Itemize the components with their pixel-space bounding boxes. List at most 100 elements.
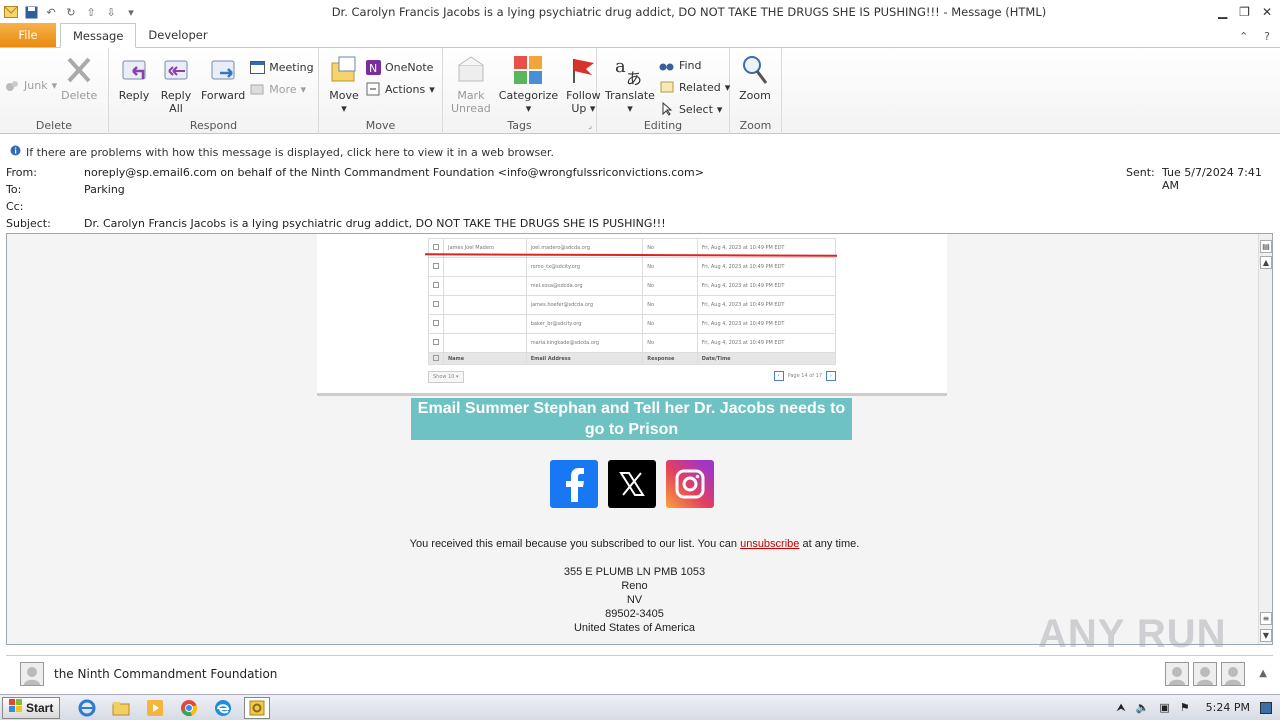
scroll-down-icon[interactable]: ▼ <box>1260 629 1272 642</box>
vertical-scrollbar[interactable]: ▤ ▲ ≡ ▼ <box>1258 234 1272 644</box>
quick-access-toolbar: ↶ ↻ ⇧ ⇩ ▾ <box>0 5 160 19</box>
checkbox-cell <box>428 276 444 296</box>
from-label: From: <box>6 166 37 179</box>
dialog-launcher-icon[interactable]: ⌟ <box>588 121 592 130</box>
junk-button[interactable]: Junk ▾ <box>4 76 57 94</box>
avatar[interactable] <box>1193 661 1218 686</box>
select-button[interactable]: Select ▾ <box>659 100 730 118</box>
ie-icon[interactable] <box>74 697 100 719</box>
chrome-icon[interactable] <box>176 697 202 719</box>
cc-label: Cc: <box>6 200 24 213</box>
tab-message[interactable]: Message <box>60 23 137 48</box>
row-checkbox <box>433 244 439 250</box>
collapse-ribbon-icon[interactable]: ⌃ <box>1239 30 1248 43</box>
people-pane-name[interactable]: the Ninth Commandment Foundation <box>54 667 277 681</box>
meeting-button[interactable]: Meeting <box>249 58 314 76</box>
reply-all-icon <box>159 52 193 88</box>
scroll-extra-icon[interactable]: ▤ <box>1260 240 1272 253</box>
edge-icon[interactable] <box>210 697 236 719</box>
table-cell-name <box>443 333 527 353</box>
windows-logo-icon <box>9 699 23 716</box>
actions-button[interactable]: Actions ▾ <box>365 80 435 98</box>
onenote-button[interactable]: N OneNote <box>365 58 435 76</box>
forward-icon <box>206 52 240 88</box>
categorize-icon <box>511 52 545 88</box>
avatar[interactable] <box>1221 661 1246 686</box>
show-hidden-icons-icon[interactable]: ⮝ <box>1116 701 1125 715</box>
network-icon[interactable]: ▣ <box>1159 701 1169 714</box>
checkbox-cell <box>428 333 444 353</box>
undo-icon[interactable]: ↶ <box>44 5 58 19</box>
prison-banner[interactable]: Email Summer Stephan and Tell her Dr. Ja… <box>411 398 852 440</box>
restore-icon[interactable]: ❐ <box>1239 5 1250 19</box>
more-button[interactable]: More ▾ <box>249 80 313 98</box>
scroll-thumb[interactable]: ≡ <box>1260 612 1272 625</box>
translate-icon: aあ <box>613 52 647 88</box>
table-cell-email: maria.kingkade@sdcda.org <box>525 333 644 353</box>
address-state: NV <box>626 594 643 606</box>
clock[interactable]: 5:24 PM <box>1206 701 1250 714</box>
group-tags: Mark Unread Categorize ▾ Follow Up ▾ Tag… <box>443 48 601 134</box>
close-icon[interactable]: ✕ <box>1262 5 1272 19</box>
start-button[interactable]: Start <box>2 696 61 719</box>
meeting-icon <box>249 59 265 75</box>
outlook-taskbar-icon[interactable] <box>244 696 271 719</box>
to-value[interactable]: Parking <box>84 183 125 196</box>
checkbox-cell <box>428 352 444 365</box>
group-label-tags: Tags <box>507 119 532 132</box>
table-row: maria.kingkade@sdcda.org No Fri, Aug 4, 20… <box>428 333 837 353</box>
system-tray: ⮝ 🔈 ▣ ⚑ 5:24 PM <box>1116 701 1280 715</box>
more-icon <box>249 81 265 97</box>
group-label-delete: Delete <box>35 119 73 132</box>
flag-icon <box>566 52 600 88</box>
follow-up-label-1: Follow <box>566 89 601 102</box>
down-arrow-icon[interactable]: ⇩ <box>104 5 118 19</box>
tab-file[interactable]: File <box>0 23 56 47</box>
svg-text:N: N <box>369 62 377 75</box>
table-row: mel.sosa@sdcda.org No Fri, Aug 4, 2023 at … <box>428 276 837 296</box>
avatar[interactable] <box>1165 661 1190 686</box>
reply-all-label-1: Reply <box>160 89 192 102</box>
scroll-up-icon[interactable]: ▲ <box>1260 256 1272 269</box>
page-indicator: Page 14 of 17 <box>787 373 822 379</box>
related-button[interactable]: Related ▾ <box>659 78 730 96</box>
redo-icon[interactable]: ↻ <box>64 5 78 19</box>
explorer-icon[interactable] <box>108 697 134 719</box>
table-cell-date: Fri, Aug 4, 2023 at 10:49 PM EDT <box>696 295 837 315</box>
group-delete: Junk ▾ Delete Delete <box>0 48 109 134</box>
x-twitter-icon[interactable] <box>608 460 656 508</box>
group-label-respond: Respond <box>189 119 238 132</box>
table-cell-name <box>443 314 527 334</box>
table-cell-email: mel.sosa@sdcda.org <box>525 276 644 296</box>
volume-icon[interactable]: 🔈 <box>1136 701 1150 714</box>
media-player-icon[interactable] <box>142 697 168 719</box>
find-button[interactable]: Find <box>659 56 730 74</box>
notice-text-pre: You received this email because you subs… <box>409 538 741 550</box>
expand-people-pane-icon[interactable]: ▲ <box>1259 668 1267 679</box>
minimize-icon[interactable]: ▁ <box>1218 5 1227 19</box>
find-label: Find <box>678 58 702 72</box>
from-value[interactable]: noreply@sp.email6.com on behalf of the N… <box>84 166 704 179</box>
anyrun-watermark: ANY RUN <box>1038 612 1227 656</box>
row-checkbox <box>433 320 439 326</box>
checkbox-cell <box>428 257 444 277</box>
customize-qat-icon[interactable]: ▾ <box>124 5 138 19</box>
table-cell-response: No <box>642 257 698 277</box>
unsubscribe-link[interactable]: unsubscribe <box>740 538 799 550</box>
table-header-cell: Response <box>642 352 698 365</box>
start-label: Start <box>26 700 54 715</box>
title-bar: ↶ ↻ ⇧ ⇩ ▾ Dr. Carolyn Francis Jacobs is … <box>0 0 1280 24</box>
delete-x-icon <box>62 52 96 88</box>
flag-tray-icon[interactable]: ⚑ <box>1180 701 1190 714</box>
help-icon[interactable]: ? <box>1264 30 1270 43</box>
subscription-notice: You received this email because you subs… <box>17 538 1252 550</box>
show-desktop-icon[interactable] <box>1260 701 1272 714</box>
save-icon[interactable] <box>24 5 38 19</box>
instagram-icon[interactable] <box>666 460 714 508</box>
facebook-icon[interactable] <box>550 460 598 508</box>
avatar[interactable] <box>20 661 44 686</box>
info-bar[interactable]: If there are problems with how this mess… <box>0 145 1280 159</box>
tab-developer[interactable]: Developer <box>136 23 219 47</box>
message-body[interactable]: James Joel Madero joel.madero@sdcda.org No… <box>6 233 1273 645</box>
up-arrow-icon[interactable]: ⇧ <box>84 5 98 19</box>
